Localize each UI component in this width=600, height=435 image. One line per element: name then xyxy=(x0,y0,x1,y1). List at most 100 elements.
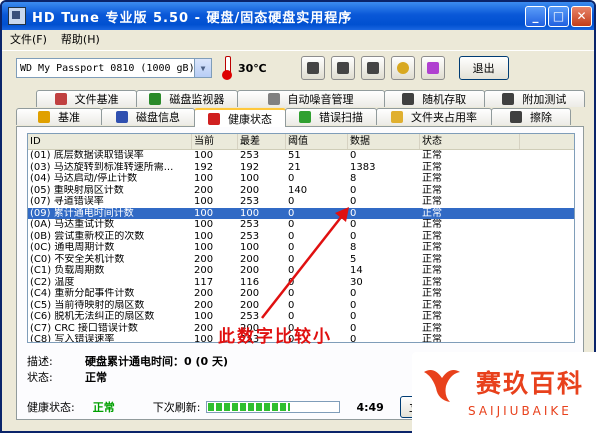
description-value: 硬盘累计通电时间：0 (0 天) xyxy=(85,355,229,368)
tab-label: 文件夹占用率 xyxy=(411,111,477,124)
chevron-down-icon[interactable]: ▼ xyxy=(194,59,211,77)
tab-row-top: 文件基准 磁盘监视器 自动噪音管理 随机存取 附加测试 xyxy=(16,90,586,108)
table-row[interactable]: (C5) 当前待映射的扇区数 200 200 0 0 正常 xyxy=(28,300,574,312)
table-cell: 192 xyxy=(194,161,214,173)
extra-tests-icon xyxy=(502,93,515,105)
table-cell: 0 xyxy=(350,288,357,299)
tab-bottom-5[interactable]: 擦除 xyxy=(491,108,571,125)
wrench-icon xyxy=(396,62,409,74)
tab-bottom-3[interactable]: 错误扫描 xyxy=(285,108,377,125)
table-cell: 正常 xyxy=(422,288,442,299)
table-row[interactable]: (C4) 重新分配事件计数 200 200 0 0 正常 xyxy=(28,288,574,300)
table-row[interactable]: (0A) 马达重试计数 100 253 0 0 正常 xyxy=(28,219,574,231)
tab-bottom-1[interactable]: 磁盘信息 xyxy=(101,108,195,125)
table-row[interactable]: (07) 寻道错误率 100 253 0 0 正常 xyxy=(28,196,574,208)
tab-top-3[interactable]: 随机存取 xyxy=(383,90,485,107)
table-cell: 正常 xyxy=(422,230,442,242)
table-cell: 117 xyxy=(194,276,214,288)
column-header[interactable]: 数据 xyxy=(348,134,420,149)
table-cell: 正常 xyxy=(422,196,442,207)
column-header[interactable]: 当前 xyxy=(192,134,238,149)
table-cell: 0 xyxy=(350,184,357,196)
table-row[interactable]: (C2) 温度 117 116 0 30 正常 xyxy=(28,277,574,289)
table-cell: 200 xyxy=(240,265,260,276)
options-button[interactable] xyxy=(390,56,415,80)
table-body: (01) 底层数据读取错误率 100 253 51 0 正常 (03) 马达旋转到标准转速所… xyxy=(28,150,574,343)
drive-select[interactable]: WD My Passport 0810 (1000 gB) ▼ xyxy=(16,58,212,78)
screenshot-button[interactable] xyxy=(360,56,385,80)
title-bar[interactable]: HD Tune 专业版 5.50 - 硬盘/固态硬盘实用程序 _ □ ✕ xyxy=(2,2,594,30)
table-cell: 200 xyxy=(240,253,260,265)
column-header[interactable]: ID xyxy=(28,134,192,149)
table-cell: 0 xyxy=(350,299,357,311)
table-row[interactable]: (0B) 尝试重新校正的次数 100 253 0 0 正常 xyxy=(28,231,574,243)
toolbar: WD My Passport 0810 (1000 gB) ▼ 30℃ 退出 xyxy=(2,50,594,85)
copy-all-button[interactable] xyxy=(330,56,355,80)
table-row[interactable]: (09) 累计通电时间计数 100 100 0 0 正常 xyxy=(28,207,574,219)
tab-label: 健康状态 xyxy=(228,112,272,126)
progress-fill xyxy=(208,403,291,411)
close-button[interactable]: ✕ xyxy=(571,5,592,27)
table-cell: 正常 xyxy=(422,334,442,343)
smart-table[interactable]: ID 当前 最差 阈值 数据 状态 (01) 底层数据读取错误率 100 253 51 0 正常 (0… xyxy=(27,133,575,343)
menu-help[interactable]: 帮助(H) xyxy=(61,31,100,47)
tab-bottom-2[interactable]: 健康状态 xyxy=(194,108,286,127)
table-cell: 116 xyxy=(240,276,260,288)
table-cell: (0C) 通电周期计数 xyxy=(30,242,115,253)
table-cell: 8 xyxy=(350,173,357,184)
watermark: 赛玖百科 SAIJIUBAIKE xyxy=(412,352,600,435)
table-row[interactable]: (0C) 通电周期计数 100 100 0 8 正常 xyxy=(28,242,574,254)
tab-label: 基准 xyxy=(58,111,80,124)
table-cell: 正常 xyxy=(422,161,442,173)
table-cell: 0 xyxy=(350,207,357,219)
tab-label: 错误扫描 xyxy=(319,111,363,124)
annotation-text: 此数字比较小 xyxy=(218,327,332,347)
watermark-subtitle: SAIJIUBAIKE xyxy=(468,404,572,418)
table-cell: 0 xyxy=(288,265,295,276)
tab-top-2[interactable]: 自动噪音管理 xyxy=(236,90,385,107)
table-cell: 正常 xyxy=(422,276,442,288)
table-row[interactable]: (05) 重映射扇区计数 200 200 140 0 正常 xyxy=(28,185,574,197)
column-header[interactable]: 阈值 xyxy=(286,134,348,149)
table-cell: 200 xyxy=(240,299,260,311)
table-cell: 100 xyxy=(194,196,214,207)
save-button[interactable] xyxy=(420,56,445,80)
tab-bottom-0[interactable]: 基准 xyxy=(16,108,102,125)
tab-bottom-4[interactable]: 文件夹占用率 xyxy=(376,108,492,125)
table-row[interactable]: (04) 马达启动/停止计数 100 100 0 8 正常 xyxy=(28,173,574,185)
table-cell: (C7) CRC 接口错误计数 xyxy=(30,322,138,334)
table-cell: 正常 xyxy=(422,173,442,184)
status-value: 正常 xyxy=(85,371,107,384)
tab-top-1[interactable]: 磁盘监视器 xyxy=(136,90,238,107)
table-cell: 200 xyxy=(194,299,214,311)
table-cell: 0 xyxy=(288,219,295,230)
exit-button[interactable]: 退出 xyxy=(458,56,509,80)
tab-label: 磁盘监视器 xyxy=(169,93,225,106)
column-header[interactable]: 状态 xyxy=(420,134,520,149)
copy-text-button[interactable] xyxy=(300,56,325,80)
table-cell: 21 xyxy=(288,161,301,173)
table-cell: 100 xyxy=(240,173,260,184)
maximize-button[interactable]: □ xyxy=(548,5,569,27)
status-label: 状态: xyxy=(27,371,53,384)
table-cell: 0 xyxy=(288,288,295,299)
refresh-progress xyxy=(206,401,341,413)
tab-label: 擦除 xyxy=(530,111,552,124)
column-header[interactable]: 最差 xyxy=(238,134,286,149)
tab-top-0[interactable]: 文件基准 xyxy=(36,90,138,107)
tab-top-4[interactable]: 附加测试 xyxy=(483,90,586,107)
table-row[interactable]: (C1) 负载周期数 200 200 0 14 正常 xyxy=(28,265,574,277)
table-row[interactable]: (03) 马达旋转到标准转速所需... 192 192 21 1383 正常 xyxy=(28,162,574,174)
table-cell: 200 xyxy=(194,288,214,299)
window-title: HD Tune 专业版 5.50 - 硬盘/固态硬盘实用程序 xyxy=(32,10,353,26)
table-row[interactable]: (C6) 脱机无法纠正的扇区数 100 253 0 0 正常 xyxy=(28,311,574,323)
menu-file[interactable]: 文件(F) xyxy=(10,31,47,47)
table-cell: 100 xyxy=(240,242,260,253)
minimize-button[interactable]: _ xyxy=(525,5,546,27)
table-row[interactable]: (C0) 不安全关机计数 200 200 0 5 正常 xyxy=(28,254,574,266)
table-cell: 100 xyxy=(194,173,214,184)
tab-label: 自动噪音管理 xyxy=(287,93,354,106)
table-cell: 140 xyxy=(288,184,308,196)
table-row[interactable]: (01) 底层数据读取错误率 100 253 51 0 正常 xyxy=(28,150,574,162)
table-cell: 0 xyxy=(288,196,295,207)
